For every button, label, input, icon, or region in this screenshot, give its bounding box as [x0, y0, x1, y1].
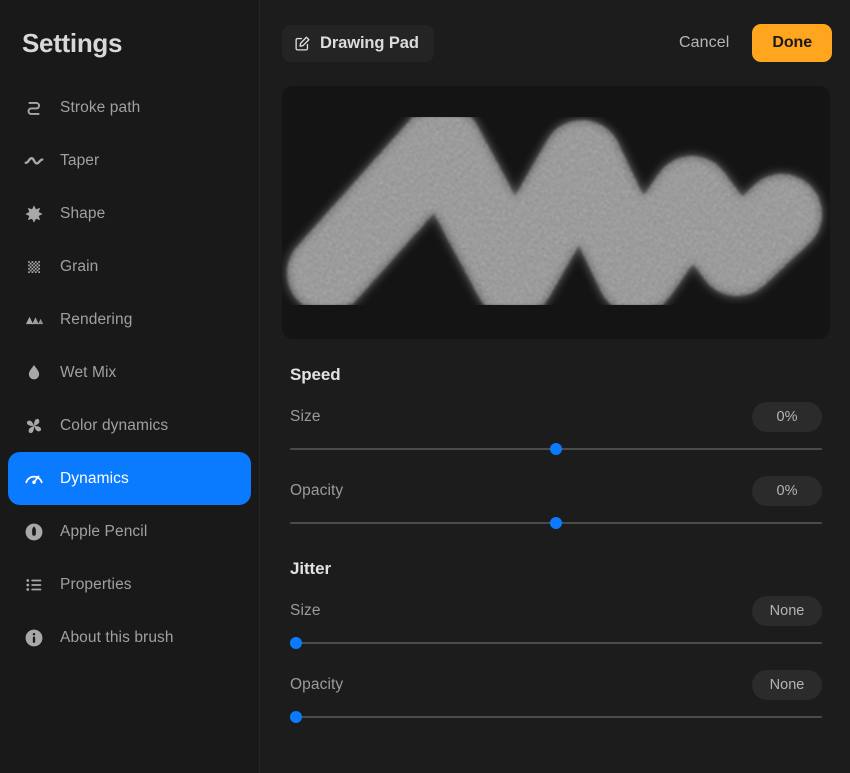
value-pill-speed-opacity[interactable]: 0% — [752, 476, 822, 506]
cancel-button[interactable]: Cancel — [667, 26, 741, 60]
wet-mix-droplet-icon — [22, 361, 46, 385]
section-title: Speed — [290, 365, 341, 384]
info-circle-icon — [22, 626, 46, 650]
control-label-jitter-opacity: Opacity — [290, 676, 344, 693]
value-pill-jitter-opacity[interactable]: None — [752, 670, 822, 700]
brush-name-label: Drawing Pad — [320, 33, 419, 52]
properties-list-icon — [22, 573, 46, 597]
compose-edit-icon — [294, 35, 311, 52]
main-panel: Drawing Pad Cancel Done Speed Size 0% Op… — [260, 0, 850, 773]
sidebar-item-rendering[interactable]: Rendering — [8, 293, 251, 346]
sidebar-title: Settings — [22, 28, 123, 58]
taper-wave-icon — [22, 149, 46, 173]
sidebar-item-label: Apple Pencil — [60, 522, 148, 540]
slider-thumb-speed-opacity[interactable] — [550, 517, 562, 529]
section-speed: Speed Size 0% Opacity 0% — [290, 365, 822, 533]
value-pill-jitter-size[interactable]: None — [752, 596, 822, 626]
control-row: Opacity None — [290, 670, 822, 700]
sidebar-item-apple-pencil[interactable]: Apple Pencil — [8, 505, 251, 558]
dynamics-gauge-icon — [22, 467, 46, 491]
sidebar-item-taper[interactable]: Taper — [8, 134, 251, 187]
control-speed-size: Size 0% — [290, 402, 822, 459]
sidebar-item-label: Rendering — [60, 310, 133, 328]
slider-speed-size[interactable] — [290, 439, 822, 459]
value-pill-speed-size[interactable]: 0% — [752, 402, 822, 432]
brush-name-pill[interactable]: Drawing Pad — [282, 24, 434, 62]
rendering-layers-icon — [22, 308, 46, 332]
slider-thumb-speed-size[interactable] — [550, 443, 562, 455]
color-pinwheel-icon — [22, 414, 46, 438]
slider-speed-opacity[interactable] — [290, 513, 822, 533]
control-label-speed-opacity: Opacity — [290, 482, 344, 499]
sidebar-item-shape[interactable]: Shape — [8, 187, 251, 240]
slider-track — [290, 642, 822, 644]
sidebar-item-about-this-brush[interactable]: About this brush — [8, 611, 251, 664]
sidebar-item-wet-mix[interactable]: Wet Mix — [8, 346, 251, 399]
sidebar-item-label: Grain — [60, 257, 99, 275]
settings-sections: Speed Size 0% Opacity 0% Jitter Size None Opacit… — [260, 365, 850, 727]
brush-preview-canvas[interactable] — [282, 86, 830, 339]
slider-jitter-size[interactable] — [290, 633, 822, 653]
sidebar-item-label: Stroke path — [60, 98, 141, 116]
section-jitter: Jitter Size None Opacity None — [290, 559, 822, 727]
control-label-jitter-size: Size — [290, 602, 321, 619]
sidebar-item-label: Shape — [60, 204, 106, 222]
sidebar-item-stroke-path[interactable]: Stroke path — [8, 81, 251, 134]
shape-starburst-icon — [22, 202, 46, 226]
sidebar-item-label: Color dynamics — [60, 416, 169, 434]
slider-thumb-jitter-size[interactable] — [290, 637, 302, 649]
control-jitter-opacity: Opacity None — [290, 670, 822, 727]
panel-header: Drawing Pad Cancel Done — [260, 0, 850, 86]
control-speed-opacity: Opacity 0% — [290, 476, 822, 533]
apple-pencil-icon — [22, 520, 46, 544]
slider-track — [290, 716, 822, 718]
settings-sidebar: Settings Stroke path Taper Shape Grain Rend… — [0, 0, 260, 773]
control-jitter-size: Size None — [290, 596, 822, 653]
slider-thumb-jitter-opacity[interactable] — [290, 711, 302, 723]
brush-stroke-graphic — [287, 104, 822, 318]
sidebar-item-label: Wet Mix — [60, 363, 117, 381]
brush-preview-wrap — [260, 86, 850, 339]
section-title: Jitter — [290, 559, 331, 578]
sidebar-item-properties[interactable]: Properties — [8, 558, 251, 611]
grain-checker-icon — [22, 255, 46, 279]
slider-jitter-opacity[interactable] — [290, 707, 822, 727]
control-row: Size None — [290, 596, 822, 626]
sidebar-item-label: About this brush — [60, 628, 174, 646]
control-row: Size 0% — [290, 402, 822, 432]
brush-settings-window: Settings Stroke path Taper Shape Grain Rend… — [0, 0, 850, 773]
done-button[interactable]: Done — [752, 24, 832, 62]
sidebar-item-color-dynamics[interactable]: Color dynamics — [8, 399, 251, 452]
sidebar-item-label: Taper — [60, 151, 100, 169]
sidebar-item-dynamics[interactable]: Dynamics — [8, 452, 251, 505]
sidebar-item-label: Properties — [60, 575, 132, 593]
sidebar-item-label: Dynamics — [60, 469, 129, 487]
control-label-speed-size: Size — [290, 408, 321, 425]
settings-nav-list: Stroke path Taper Shape Grain Rendering Wet … — [0, 81, 259, 664]
stroke-path-icon — [22, 96, 46, 120]
sidebar-item-grain[interactable]: Grain — [8, 240, 251, 293]
control-row: Opacity 0% — [290, 476, 822, 506]
